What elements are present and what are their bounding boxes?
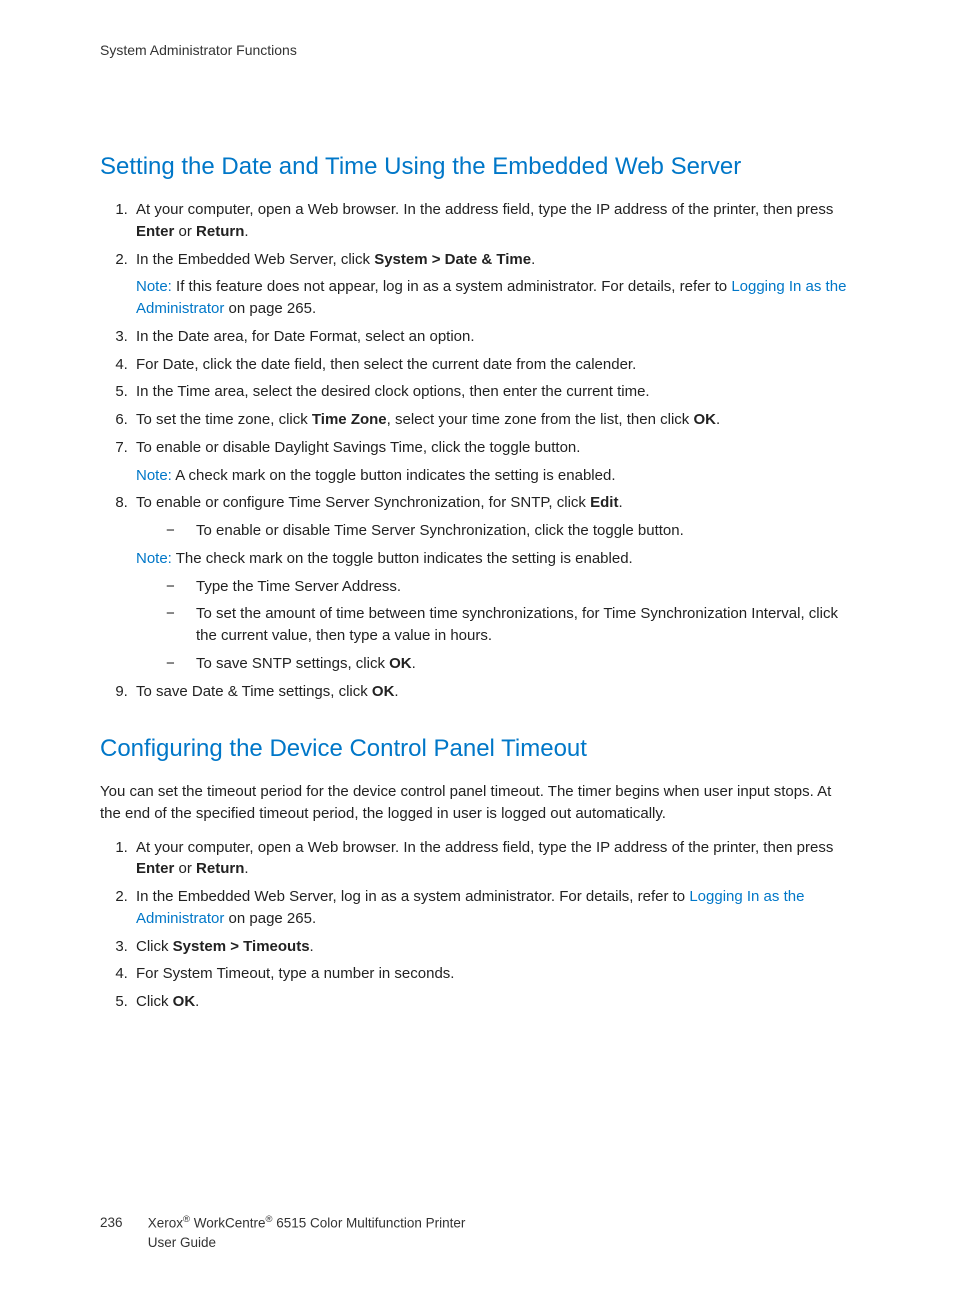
sub-list: Type the Time Server Address. To set the… [136, 576, 854, 675]
text: 6515 Color Multifunction Printer [273, 1215, 466, 1230]
registered-mark: ® [183, 1214, 190, 1225]
section1-title: Setting the Date and Time Using the Embe… [100, 150, 854, 185]
text: . [244, 223, 248, 240]
bold-text: Enter [136, 223, 174, 240]
list-item: In the Date area, for Date Format, selec… [132, 326, 854, 348]
bold-text: Edit [590, 494, 618, 511]
list-item: To save Date & Time settings, click OK. [132, 681, 854, 703]
text: or [174, 223, 196, 240]
note-label: Note: [136, 467, 172, 484]
section1-steps: At your computer, open a Web browser. In… [100, 199, 854, 702]
text: To enable or configure Time Server Synch… [136, 494, 590, 511]
list-item: At your computer, open a Web browser. In… [132, 837, 854, 881]
section2-title: Configuring the Device Control Panel Tim… [100, 732, 854, 767]
bold-text: OK [389, 655, 412, 672]
bold-text: OK [693, 411, 716, 428]
section2-steps: At your computer, open a Web browser. In… [100, 837, 854, 1013]
text: . [531, 251, 535, 268]
bold-text: System > Date & Time [374, 251, 531, 268]
text: To set the time zone, click [136, 411, 312, 428]
list-item: To enable or disable Daylight Savings Ti… [132, 437, 854, 487]
bold-text: Time Zone [312, 411, 387, 428]
list-item: In the Embedded Web Server, log in as a … [132, 886, 854, 930]
text: . [394, 683, 398, 700]
list-item: Click System > Timeouts. [132, 936, 854, 958]
sub-list-item: To enable or disable Time Server Synchro… [166, 520, 854, 542]
footer-text: Xerox® WorkCentre® 6515 Color Multifunct… [148, 1213, 466, 1253]
section2-intro: You can set the timeout period for the d… [100, 781, 854, 825]
sub-list-item: To save SNTP settings, click OK. [166, 653, 854, 675]
sub-list-item: Type the Time Server Address. [166, 576, 854, 598]
note-block: Note: If this feature does not appear, l… [136, 276, 854, 320]
bold-text: Return [196, 860, 244, 877]
text: To save Date & Time settings, click [136, 683, 372, 700]
text: on page 265. [224, 910, 316, 927]
text: At your computer, open a Web browser. In… [136, 201, 833, 218]
sub-list: To enable or disable Time Server Synchro… [136, 520, 854, 542]
text: User Guide [148, 1235, 216, 1250]
bold-text: OK [173, 993, 196, 1010]
text: , select your time zone from the list, t… [387, 411, 694, 428]
text: . [195, 993, 199, 1010]
text: In the Embedded Web Server, log in as a … [136, 888, 689, 905]
text: At your computer, open a Web browser. In… [136, 839, 833, 856]
text: A check mark on the toggle button indica… [172, 467, 616, 484]
text: WorkCentre [190, 1215, 266, 1230]
list-item: At your computer, open a Web browser. In… [132, 199, 854, 243]
sub-list-item: To set the amount of time between time s… [166, 603, 854, 647]
text: . [244, 860, 248, 877]
bold-text: Return [196, 223, 244, 240]
text: If this feature does not appear, log in … [172, 278, 731, 295]
page-footer: 236 Xerox® WorkCentre® 6515 Color Multif… [100, 1213, 854, 1253]
text: on page 265. [224, 300, 316, 317]
text: Click [136, 938, 173, 955]
list-item: In the Embedded Web Server, click System… [132, 249, 854, 320]
header-section-label: System Administrator Functions [100, 40, 854, 60]
note-label: Note: [136, 550, 172, 567]
list-item: To enable or configure Time Server Synch… [132, 492, 854, 674]
bold-text: OK [372, 683, 395, 700]
note-block: Note: The check mark on the toggle butto… [136, 548, 854, 570]
note-block: Note: A check mark on the toggle button … [136, 465, 854, 487]
list-item: For System Timeout, type a number in sec… [132, 963, 854, 985]
list-item: For Date, click the date field, then sel… [132, 354, 854, 376]
text: In the Embedded Web Server, click [136, 251, 374, 268]
text: To enable or disable Daylight Savings Ti… [136, 439, 580, 456]
text: . [412, 655, 416, 672]
page-number: 236 [100, 1213, 144, 1233]
text: . [618, 494, 622, 511]
list-item: In the Time area, select the desired clo… [132, 381, 854, 403]
text: or [174, 860, 196, 877]
list-item: Click OK. [132, 991, 854, 1013]
list-item: To set the time zone, click Time Zone, s… [132, 409, 854, 431]
registered-mark: ® [266, 1214, 273, 1225]
text: The check mark on the toggle button indi… [172, 550, 633, 567]
bold-text: System > Timeouts [173, 938, 310, 955]
bold-text: Enter [136, 860, 174, 877]
text: . [716, 411, 720, 428]
text: Xerox [148, 1215, 183, 1230]
text: Click [136, 993, 173, 1010]
text: To save SNTP settings, click [196, 655, 389, 672]
text: . [310, 938, 314, 955]
note-label: Note: [136, 278, 172, 295]
